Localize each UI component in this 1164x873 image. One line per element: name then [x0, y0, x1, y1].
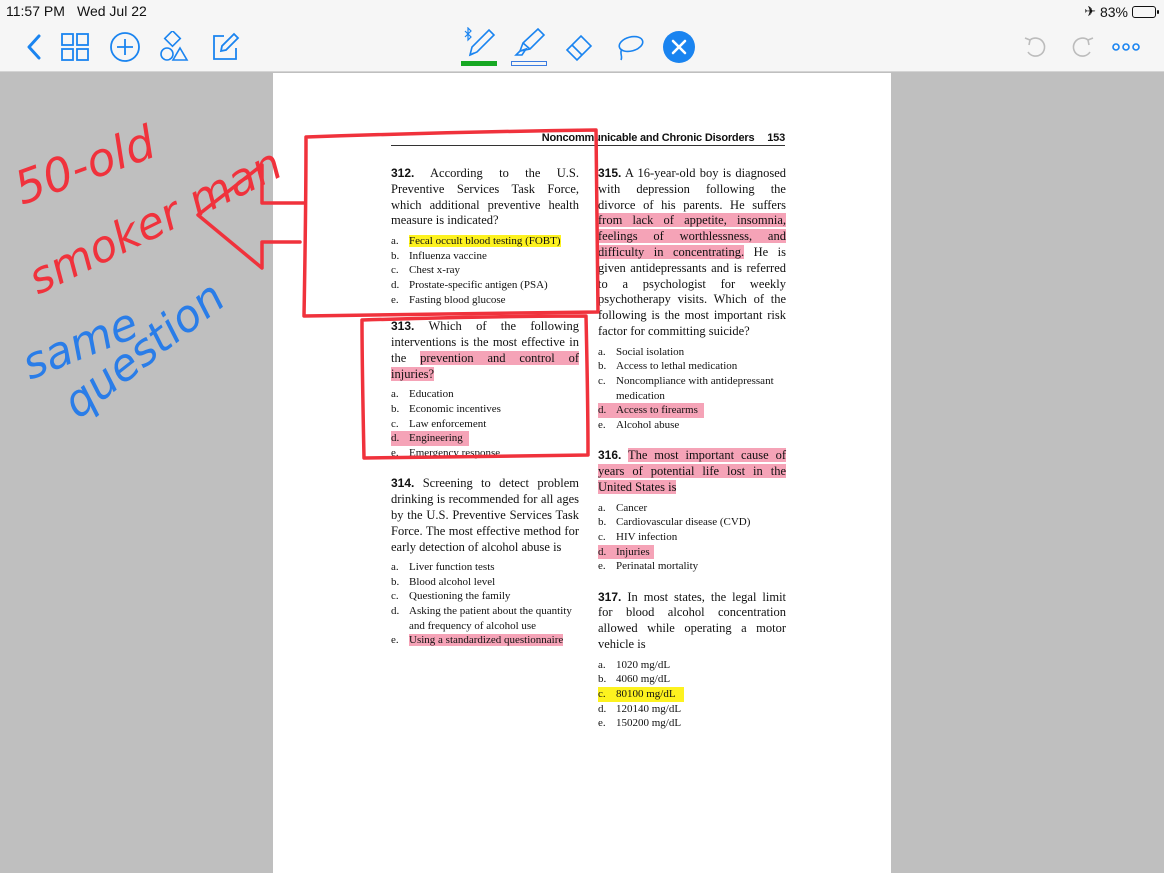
option-item: d. Access to firearms: [598, 403, 704, 418]
back-button[interactable]: [20, 30, 48, 64]
question-317: 317. In most states, the legal limit for…: [598, 590, 786, 731]
option-item: c. HIV infection: [598, 530, 678, 543]
page-number: 153: [767, 132, 785, 144]
option-item: e. Perinatal mortality: [598, 560, 699, 573]
option-item: e. 150200 mg/dL: [598, 717, 682, 730]
options-313: a. Education b. Economic incentives c. Law …: [391, 387, 579, 460]
compose-icon: [213, 32, 240, 60]
question-stem: A 16-year-old boy is diagnosed with depr…: [598, 166, 786, 212]
option-item: c. Questioning the family: [391, 590, 511, 603]
top-toolbar: 11:57 PM Wed Jul 22 ✈ 83%: [0, 0, 1164, 72]
status-date: Wed Jul 22: [77, 3, 147, 19]
lasso-tool[interactable]: [612, 30, 646, 64]
blue-handwriting-line1: same: [15, 298, 145, 390]
running-head-title: Noncommunicable and Chronic Disorders: [541, 132, 755, 144]
question-number: 316.: [598, 448, 622, 463]
eraser-tool[interactable]: [562, 30, 596, 64]
question-315: 315. A 16-year-old boy is diagnosed with…: [598, 166, 786, 432]
option-item: c. Law enforcement: [391, 417, 487, 430]
option-item: a. Cancer: [598, 501, 648, 514]
add-circle-icon: [110, 32, 140, 62]
option-item: d. Asking the patient about the quantity …: [391, 605, 572, 632]
lasso-icon: [618, 35, 644, 61]
close-tools-button[interactable]: [662, 30, 696, 64]
thumbnails-button[interactable]: [58, 30, 92, 64]
more-icon: [1112, 43, 1140, 51]
redo-button[interactable]: [1068, 30, 1098, 64]
thumbnail-grid-icon: [61, 33, 89, 61]
bluetooth-pen-icon: [464, 26, 496, 56]
options-314: a. Liver function tests b. Blood alcohol l…: [391, 560, 579, 648]
back-chevron-icon: [27, 34, 41, 60]
option-item: b. Cardiovascular disease (CVD): [598, 516, 751, 529]
option-item: c. Noncompliance with antidepressant medi…: [598, 374, 774, 402]
question-314: 314. Screening to detect problem drinkin…: [391, 476, 579, 648]
undo-icon: [1024, 37, 1046, 57]
battery-icon: [1132, 5, 1159, 18]
eraser-icon: [565, 34, 593, 62]
highlighter-icon: [514, 27, 546, 56]
question-stem: Screening to detect problem drinking is …: [391, 476, 579, 554]
option-item: b. Economic incentives: [391, 402, 501, 415]
add-page-button[interactable]: [108, 30, 142, 64]
option-item: d. 120140 mg/dL: [598, 702, 682, 715]
option-item: c. Chest x-ray: [391, 264, 461, 277]
question-stem: In most states, the legal limit for bloo…: [598, 589, 787, 652]
right-column: 315. A 16-year-old boy is diagnosed with…: [598, 166, 786, 744]
more-button[interactable]: [1110, 30, 1142, 64]
question-number: 313.: [391, 319, 415, 334]
battery-percent: 83%: [1099, 3, 1128, 20]
compose-button[interactable]: [208, 30, 242, 64]
option-item: e. Emergency response: [391, 446, 501, 459]
question-number: 317.: [598, 589, 622, 604]
option-item: a. Social isolation: [598, 345, 685, 358]
question-stem-highlight: prevention and control of injuries?: [391, 350, 580, 381]
option-item: b. Blood alcohol level: [391, 575, 496, 588]
question-number: 314.: [391, 476, 415, 491]
pen-color-underline: [461, 60, 497, 66]
blue-handwriting-line2: question: [53, 271, 234, 428]
question-313: 313. Which of the following intervention…: [391, 319, 580, 460]
option-item: e. Fasting blood glucose: [391, 293, 506, 306]
highlighter-tool[interactable]: [510, 26, 548, 66]
options-315: a. Social isolation b. Access to lethal me…: [598, 345, 786, 433]
undo-button[interactable]: [1020, 30, 1050, 64]
question-number: 315.: [598, 166, 622, 180]
options-316: a. Cancer b. Cardiovascular disease (CVD) …: [598, 501, 786, 574]
shapes-button[interactable]: [157, 30, 191, 64]
highlighter-color-underline: [511, 60, 547, 66]
red-handwriting-line1: 50-old: [7, 115, 163, 216]
option-item: e. Using a standardized questionnaire: [391, 634, 564, 647]
option-item: a. Education: [391, 388, 454, 401]
option-item: b. 4060 mg/dL: [598, 673, 671, 686]
pen-tool[interactable]: [460, 26, 498, 66]
question-number: 312.: [391, 166, 415, 180]
options-317: a. 1020 mg/dL b. 4060 mg/dL c. 80100 mg/dL …: [598, 658, 786, 731]
option-item: a. Liver function tests: [391, 561, 495, 574]
option-item: a. Fecal occult blood testing (FOBT): [391, 235, 561, 248]
option-item: c. 80100 mg/dL: [598, 687, 684, 702]
running-head: Noncommunicable and Chronic Disorders 15…: [391, 132, 785, 146]
airplane-icon: ✈: [1084, 3, 1096, 19]
option-item: b. Influenza vaccine: [391, 249, 487, 262]
option-item: a. 1020 mg/dL: [598, 658, 671, 671]
option-item: e. Alcohol abuse: [598, 418, 680, 431]
status-time: 11:57 PM: [6, 3, 65, 19]
close-tool-icon: [663, 31, 695, 63]
question-stem-highlight: The most important cause of years of pot…: [598, 448, 786, 494]
option-item: d. Engineering: [391, 431, 469, 446]
question-312: 312. According to the U.S. Preventive Se…: [391, 166, 579, 307]
option-item: d. Prostate-specific antigen (PSA): [391, 278, 548, 291]
question-stem: According to the U.S. Preventive Service…: [391, 166, 580, 228]
option-item: d. Injuries: [598, 544, 654, 560]
pdf-page[interactable]: Noncommunicable and Chronic Disorders 15…: [273, 73, 891, 873]
left-column: 312. According to the U.S. Preventive Se…: [391, 166, 580, 661]
shapes-icon: [160, 31, 189, 61]
question-316: 316. The most important cause of years o…: [598, 448, 786, 573]
options-312: a. Fecal occult blood testing (FOBT) b. In…: [391, 234, 579, 307]
redo-icon: [1072, 37, 1094, 57]
status-right: ✈ 83%: [1084, 3, 1159, 20]
red-handwriting-line2: smoker man: [20, 138, 290, 304]
option-item: b. Access to lethal medication: [598, 360, 738, 373]
